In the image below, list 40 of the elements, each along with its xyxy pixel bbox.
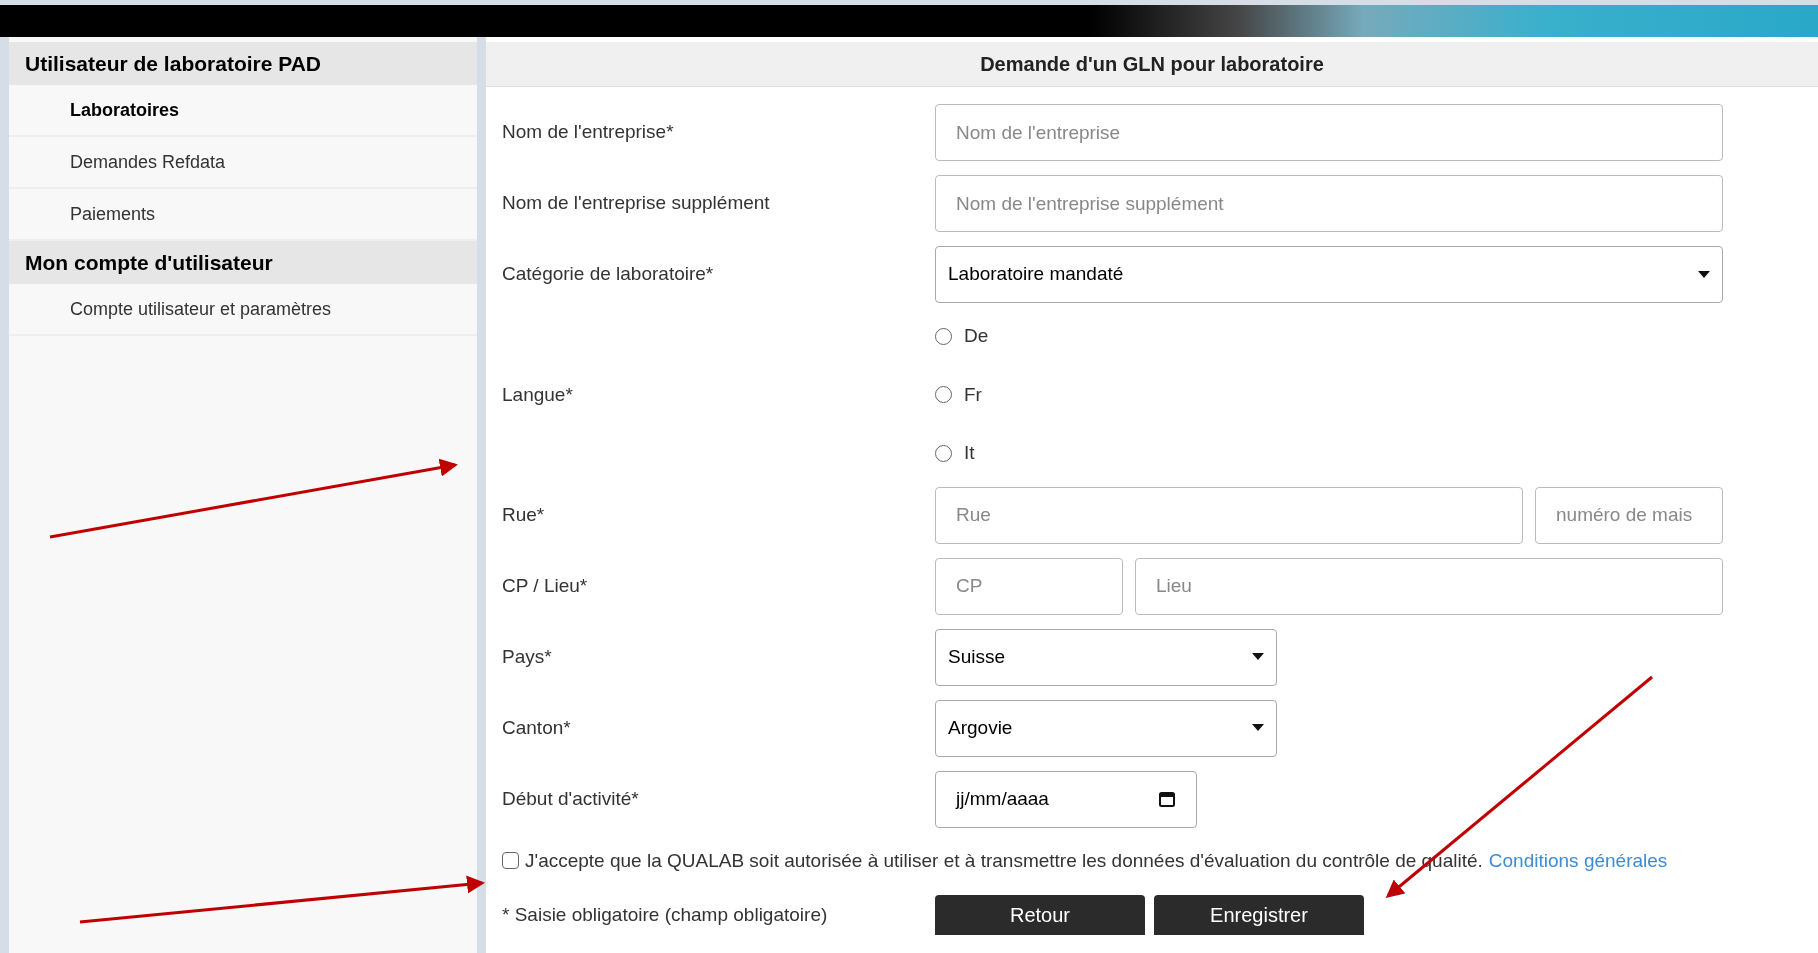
radio-label: Fr — [964, 382, 982, 407]
select-field[interactable]: Argovie — [935, 699, 1277, 757]
sidebar-heading: Utilisateur de laboratoire PAD — [9, 42, 477, 85]
input-field[interactable]: Nom de l'entreprise — [935, 104, 1723, 161]
input-field[interactable]: numéro de mais — [1535, 486, 1723, 544]
input-field[interactable]: Rue — [935, 486, 1523, 544]
field-label: Catégorie de laboratoire* — [502, 262, 715, 287]
sidebar-item[interactable]: Laboratoires — [9, 85, 477, 137]
radio-button[interactable] — [935, 386, 952, 404]
form-title: Demande d'un GLN pour laboratoire — [486, 42, 1818, 87]
field-label: CP / Lieu* — [502, 573, 589, 598]
footnote: * Saisie obligatoire (champ obligatoire) — [502, 902, 829, 927]
form-button[interactable]: Enregistrer — [1154, 895, 1364, 935]
calendar-icon — [1158, 790, 1176, 808]
field-label: Pays* — [502, 644, 553, 669]
field-label: Nom de l'entreprise* — [502, 120, 675, 145]
field-label: Rue* — [502, 502, 546, 527]
radio-label: It — [964, 441, 975, 465]
sidebar-heading: Mon compte d'utilisateur — [9, 241, 477, 284]
radio-button[interactable] — [935, 327, 952, 345]
select-field[interactable]: Suisse — [935, 628, 1277, 686]
sidebar-item[interactable]: Compte utilisateur et paramètres — [9, 284, 477, 336]
caret-icon — [1252, 724, 1264, 732]
date-field[interactable]: jj/mm/aaaa — [935, 770, 1197, 828]
field-label: Début d'activité* — [502, 786, 640, 811]
select-field[interactable]: Laboratoire mandaté — [935, 246, 1723, 303]
terms-link[interactable]: Conditions générales — [1488, 846, 1668, 875]
input-field[interactable]: Nom de l'entreprise supplément — [935, 175, 1723, 232]
form-button[interactable]: Retour — [935, 895, 1145, 935]
radio-label: De — [964, 324, 989, 348]
sidebar-item[interactable]: Demandes Refdata — [9, 137, 477, 189]
field-label: Langue* — [502, 382, 574, 407]
input-field[interactable]: CP — [935, 557, 1123, 615]
field-label: Canton* — [502, 715, 572, 740]
caret-icon — [1698, 270, 1710, 279]
input-field[interactable]: Lieu — [1135, 557, 1723, 615]
caret-icon — [1252, 653, 1264, 661]
checkbox[interactable] — [502, 852, 519, 870]
field-label: Nom de l'entreprise supplément — [502, 191, 771, 216]
radio-button[interactable] — [935, 444, 952, 462]
